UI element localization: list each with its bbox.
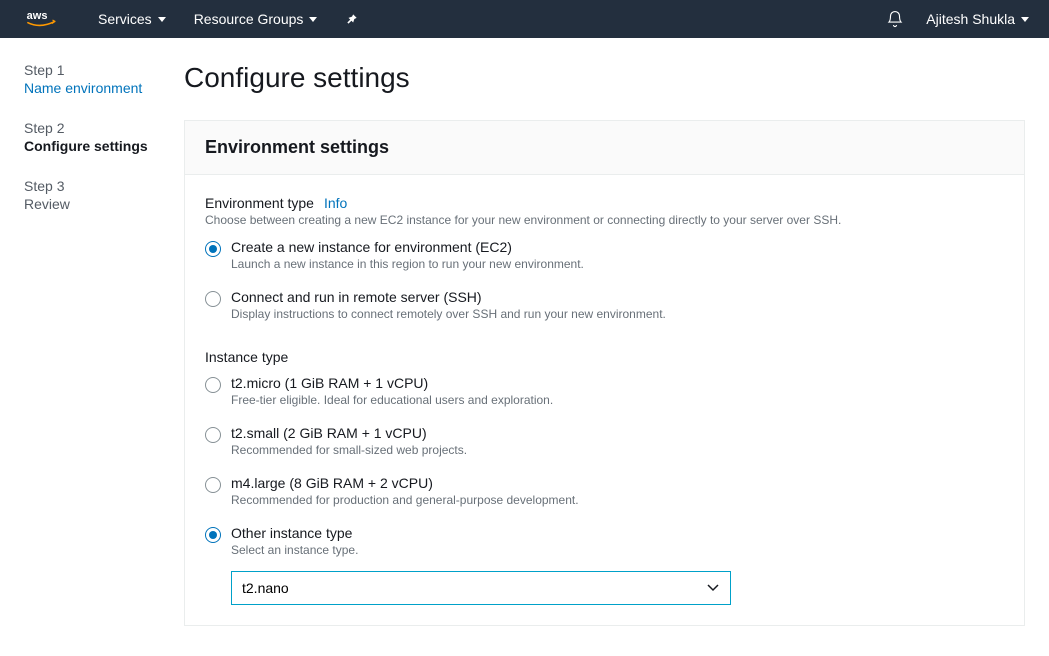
chevron-down-icon: [1021, 17, 1029, 22]
radio-input[interactable]: [205, 377, 221, 393]
bell-icon[interactable]: [886, 10, 904, 28]
page-title: Configure settings: [184, 62, 1025, 94]
step-1-link[interactable]: Name environment: [24, 80, 142, 96]
step-2-title: Configure settings: [24, 138, 164, 154]
step-label: Step 3: [24, 178, 164, 194]
step-3: Step 3 Review: [24, 178, 164, 212]
radio-desc: Display instructions to connect remotely…: [231, 307, 666, 321]
radio-item-ec2[interactable]: Create a new instance for environment (E…: [205, 239, 1004, 271]
nav-user-menu[interactable]: Ajitesh Shukla: [926, 11, 1029, 27]
nav-services-label: Services: [98, 11, 152, 27]
radio-desc: Launch a new instance in this region to …: [231, 257, 584, 271]
radio-item-t2small[interactable]: t2.small (2 GiB RAM + 1 vCPU) Recommende…: [205, 425, 1004, 457]
wizard-sidebar: Step 1 Name environment Step 2 Configure…: [24, 62, 184, 626]
radio-desc: Free-tier eligible. Ideal for educationa…: [231, 393, 553, 407]
env-type-help: Choose between creating a new EC2 instan…: [205, 213, 1004, 227]
radio-desc: Recommended for small-sized web projects…: [231, 443, 467, 457]
radio-input[interactable]: [205, 241, 221, 257]
radio-desc: Select an instance type.: [231, 543, 358, 557]
radio-desc: Recommended for production and general-p…: [231, 493, 579, 507]
step-3-title: Review: [24, 196, 164, 212]
radio-item-ssh[interactable]: Connect and run in remote server (SSH) D…: [205, 289, 1004, 321]
step-1: Step 1 Name environment: [24, 62, 164, 96]
step-label: Step 1: [24, 62, 164, 78]
step-2: Step 2 Configure settings: [24, 120, 164, 154]
radio-title: t2.small (2 GiB RAM + 1 vCPU): [231, 425, 467, 441]
radio-item-t2micro[interactable]: t2.micro (1 GiB RAM + 1 vCPU) Free-tier …: [205, 375, 1004, 407]
nav-user-name: Ajitesh Shukla: [926, 11, 1015, 27]
nav-services[interactable]: Services: [98, 11, 166, 27]
radio-item-other[interactable]: Other instance type Select an instance t…: [205, 525, 1004, 557]
nav-resource-groups[interactable]: Resource Groups: [194, 11, 318, 27]
top-nav: aws Services Resource Groups Ajitesh Shu…: [0, 0, 1049, 38]
env-settings-panel: Environment settings Environment type In…: [184, 120, 1025, 626]
radio-title: m4.large (8 GiB RAM + 2 vCPU): [231, 475, 579, 491]
pin-icon[interactable]: [345, 12, 359, 26]
radio-title: Other instance type: [231, 525, 358, 541]
radio-input[interactable]: [205, 477, 221, 493]
inst-type-label: Instance type: [205, 349, 288, 365]
nav-resource-groups-label: Resource Groups: [194, 11, 304, 27]
radio-input[interactable]: [205, 291, 221, 307]
env-type-label: Environment type: [205, 195, 314, 211]
chevron-down-icon: [309, 17, 317, 22]
radio-title: t2.micro (1 GiB RAM + 1 vCPU): [231, 375, 553, 391]
env-type-group: Environment type Info Choose between cre…: [205, 195, 1004, 321]
chevron-down-icon: [158, 17, 166, 22]
radio-title: Create a new instance for environment (E…: [231, 239, 584, 255]
svg-text:aws: aws: [27, 10, 48, 22]
panel-header: Environment settings: [185, 121, 1024, 175]
radio-input[interactable]: [205, 527, 221, 543]
step-label: Step 2: [24, 120, 164, 136]
info-link[interactable]: Info: [324, 195, 347, 211]
radio-item-m4large[interactable]: m4.large (8 GiB RAM + 2 vCPU) Recommende…: [205, 475, 1004, 507]
aws-logo[interactable]: aws: [20, 8, 70, 30]
radio-title: Connect and run in remote server (SSH): [231, 289, 666, 305]
inst-type-group: Instance type t2.micro (1 GiB RAM + 1 vC…: [205, 349, 1004, 605]
radio-input[interactable]: [205, 427, 221, 443]
instance-type-select[interactable]: [231, 571, 731, 605]
